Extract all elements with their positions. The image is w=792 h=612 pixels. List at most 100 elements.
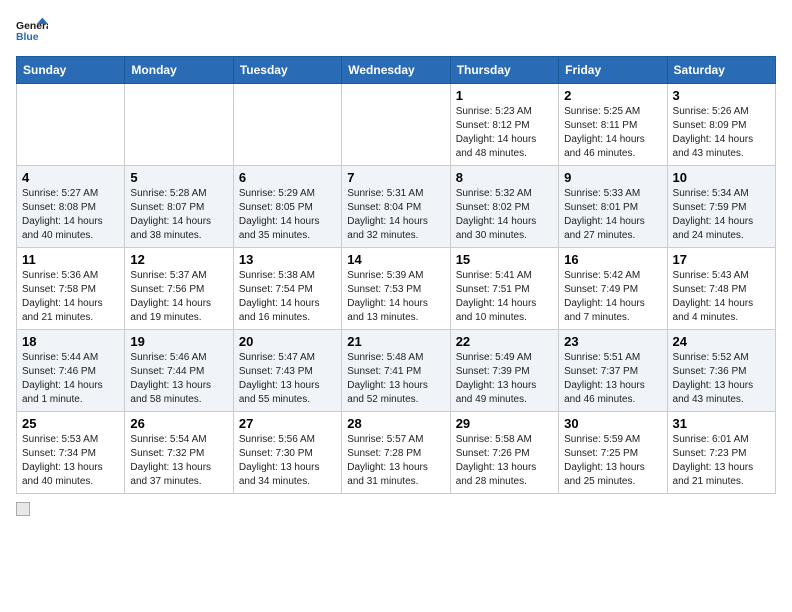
- calendar-week-row: 18 Sunrise: 5:44 AM Sunset: 7:46 PM Dayli…: [17, 330, 776, 412]
- day-info: Sunrise: 5:47 AM Sunset: 7:43 PM Dayligh…: [239, 351, 336, 407]
- calendar-day-cell: 19 Sunrise: 5:46 AM Sunset: 7:44 PM Dayli…: [125, 330, 233, 412]
- day-number: 27: [239, 416, 336, 431]
- day-info: Sunrise: 5:57 AM Sunset: 7:28 PM Dayligh…: [347, 433, 444, 489]
- page-header: General Blue: [16, 16, 776, 48]
- day-number: 7: [347, 170, 444, 185]
- calendar-day-cell: 10 Sunrise: 5:34 AM Sunset: 7:59 PM Dayli…: [667, 166, 775, 248]
- calendar-day-cell: 31 Sunrise: 6:01 AM Sunset: 7:23 PM Dayli…: [667, 412, 775, 494]
- day-info: Sunrise: 6:01 AM Sunset: 7:23 PM Dayligh…: [673, 433, 770, 489]
- day-info: Sunrise: 5:39 AM Sunset: 7:53 PM Dayligh…: [347, 269, 444, 325]
- day-number: 31: [673, 416, 770, 431]
- day-number: 10: [673, 170, 770, 185]
- day-number: 17: [673, 252, 770, 267]
- day-number: 11: [22, 252, 119, 267]
- day-number: 9: [564, 170, 661, 185]
- day-number: 22: [456, 334, 553, 349]
- calendar-day-cell: 8 Sunrise: 5:32 AM Sunset: 8:02 PM Daylig…: [450, 166, 558, 248]
- day-info: Sunrise: 5:48 AM Sunset: 7:41 PM Dayligh…: [347, 351, 444, 407]
- day-info: Sunrise: 5:49 AM Sunset: 7:39 PM Dayligh…: [456, 351, 553, 407]
- calendar-day-cell: 1Sunrise: 5:23 AM Sunset: 8:12 PM Daylig…: [450, 84, 558, 166]
- day-number: 4: [22, 170, 119, 185]
- calendar-day-cell: 18 Sunrise: 5:44 AM Sunset: 7:46 PM Dayli…: [17, 330, 125, 412]
- day-number: 20: [239, 334, 336, 349]
- day-info: Sunrise: 5:29 AM Sunset: 8:05 PM Dayligh…: [239, 187, 336, 243]
- logo-icon: General Blue: [16, 16, 48, 48]
- day-info: Sunrise: 5:34 AM Sunset: 7:59 PM Dayligh…: [673, 187, 770, 243]
- day-info: Sunrise: 5:37 AM Sunset: 7:56 PM Dayligh…: [130, 269, 227, 325]
- calendar-day-header: Thursday: [450, 57, 558, 84]
- calendar-day-cell: 16Sunrise: 5:42 AM Sunset: 7:49 PM Dayli…: [559, 248, 667, 330]
- day-number: 30: [564, 416, 661, 431]
- calendar-day-header: Monday: [125, 57, 233, 84]
- calendar-day-cell: [342, 84, 450, 166]
- day-number: 25: [22, 416, 119, 431]
- day-number: 8: [456, 170, 553, 185]
- calendar-day-cell: 25 Sunrise: 5:53 AM Sunset: 7:34 PM Dayli…: [17, 412, 125, 494]
- calendar-day-header: Saturday: [667, 57, 775, 84]
- day-number: 6: [239, 170, 336, 185]
- calendar-day-cell: 21 Sunrise: 5:48 AM Sunset: 7:41 PM Dayli…: [342, 330, 450, 412]
- calendar-day-cell: 22 Sunrise: 5:49 AM Sunset: 7:39 PM Dayli…: [450, 330, 558, 412]
- day-info: Sunrise: 5:38 AM Sunset: 7:54 PM Dayligh…: [239, 269, 336, 325]
- calendar-day-cell: 13 Sunrise: 5:38 AM Sunset: 7:54 PM Dayli…: [233, 248, 341, 330]
- calendar-day-cell: [17, 84, 125, 166]
- calendar-day-header: Wednesday: [342, 57, 450, 84]
- calendar-day-cell: 4 Sunrise: 5:27 AM Sunset: 8:08 PM Daylig…: [17, 166, 125, 248]
- day-number: 3: [673, 88, 770, 103]
- day-number: 13: [239, 252, 336, 267]
- day-info: Sunrise: 5:31 AM Sunset: 8:04 PM Dayligh…: [347, 187, 444, 243]
- calendar-day-header: Friday: [559, 57, 667, 84]
- day-info: Sunrise: 5:46 AM Sunset: 7:44 PM Dayligh…: [130, 351, 227, 407]
- calendar-day-cell: 3 Sunrise: 5:26 AM Sunset: 8:09 PM Daylig…: [667, 84, 775, 166]
- day-info: Sunrise: 5:59 AM Sunset: 7:25 PM Dayligh…: [564, 433, 661, 489]
- day-info: Sunrise: 5:51 AM Sunset: 7:37 PM Dayligh…: [564, 351, 661, 407]
- day-info: Sunrise: 5:33 AM Sunset: 8:01 PM Dayligh…: [564, 187, 661, 243]
- day-number: 28: [347, 416, 444, 431]
- calendar-day-cell: 9 Sunrise: 5:33 AM Sunset: 8:01 PM Daylig…: [559, 166, 667, 248]
- calendar-week-row: 4 Sunrise: 5:27 AM Sunset: 8:08 PM Daylig…: [17, 166, 776, 248]
- calendar-day-cell: 11 Sunrise: 5:36 AM Sunset: 7:58 PM Dayli…: [17, 248, 125, 330]
- day-info: Sunrise: 5:54 AM Sunset: 7:32 PM Dayligh…: [130, 433, 227, 489]
- daylight-legend-box: [16, 502, 30, 516]
- day-number: 2: [564, 88, 661, 103]
- day-info: Sunrise: 5:41 AM Sunset: 7:51 PM Dayligh…: [456, 269, 553, 325]
- day-number: 26: [130, 416, 227, 431]
- calendar-week-row: 11 Sunrise: 5:36 AM Sunset: 7:58 PM Dayli…: [17, 248, 776, 330]
- calendar-day-header: Tuesday: [233, 57, 341, 84]
- calendar-day-cell: 30 Sunrise: 5:59 AM Sunset: 7:25 PM Dayli…: [559, 412, 667, 494]
- day-info: Sunrise: 5:27 AM Sunset: 8:08 PM Dayligh…: [22, 187, 119, 243]
- day-info: Sunrise: 5:32 AM Sunset: 8:02 PM Dayligh…: [456, 187, 553, 243]
- day-info: Sunrise: 5:36 AM Sunset: 7:58 PM Dayligh…: [22, 269, 119, 325]
- day-number: 1: [456, 88, 553, 103]
- calendar-day-cell: 17 Sunrise: 5:43 AM Sunset: 7:48 PM Dayli…: [667, 248, 775, 330]
- calendar-day-cell: 12 Sunrise: 5:37 AM Sunset: 7:56 PM Dayli…: [125, 248, 233, 330]
- calendar-day-cell: 24Sunrise: 5:52 AM Sunset: 7:36 PM Dayli…: [667, 330, 775, 412]
- calendar-day-cell: 27 Sunrise: 5:56 AM Sunset: 7:30 PM Dayli…: [233, 412, 341, 494]
- day-number: 19: [130, 334, 227, 349]
- day-number: 12: [130, 252, 227, 267]
- calendar-footer: [16, 502, 776, 516]
- day-number: 18: [22, 334, 119, 349]
- day-info: Sunrise: 5:44 AM Sunset: 7:46 PM Dayligh…: [22, 351, 119, 407]
- calendar-day-cell: 6 Sunrise: 5:29 AM Sunset: 8:05 PM Daylig…: [233, 166, 341, 248]
- day-number: 16: [564, 252, 661, 267]
- calendar-day-cell: 7 Sunrise: 5:31 AM Sunset: 8:04 PM Daylig…: [342, 166, 450, 248]
- day-number: 21: [347, 334, 444, 349]
- calendar-day-cell: 14Sunrise: 5:39 AM Sunset: 7:53 PM Dayli…: [342, 248, 450, 330]
- day-info: Sunrise: 5:56 AM Sunset: 7:30 PM Dayligh…: [239, 433, 336, 489]
- day-info: Sunrise: 5:25 AM Sunset: 8:11 PM Dayligh…: [564, 105, 661, 161]
- calendar-day-cell: 20 Sunrise: 5:47 AM Sunset: 7:43 PM Dayli…: [233, 330, 341, 412]
- day-info: Sunrise: 5:26 AM Sunset: 8:09 PM Dayligh…: [673, 105, 770, 161]
- day-info: Sunrise: 5:28 AM Sunset: 8:07 PM Dayligh…: [130, 187, 227, 243]
- calendar-day-cell: 5Sunrise: 5:28 AM Sunset: 8:07 PM Daylig…: [125, 166, 233, 248]
- day-info: Sunrise: 5:53 AM Sunset: 7:34 PM Dayligh…: [22, 433, 119, 489]
- calendar-week-row: 1Sunrise: 5:23 AM Sunset: 8:12 PM Daylig…: [17, 84, 776, 166]
- calendar-week-row: 25 Sunrise: 5:53 AM Sunset: 7:34 PM Dayli…: [17, 412, 776, 494]
- day-number: 29: [456, 416, 553, 431]
- day-info: Sunrise: 5:43 AM Sunset: 7:48 PM Dayligh…: [673, 269, 770, 325]
- calendar-day-cell: [233, 84, 341, 166]
- calendar-day-cell: 28 Sunrise: 5:57 AM Sunset: 7:28 PM Dayli…: [342, 412, 450, 494]
- calendar-day-cell: 29Sunrise: 5:58 AM Sunset: 7:26 PM Dayli…: [450, 412, 558, 494]
- calendar-table: SundayMondayTuesdayWednesdayThursdayFrid…: [16, 56, 776, 494]
- day-number: 15: [456, 252, 553, 267]
